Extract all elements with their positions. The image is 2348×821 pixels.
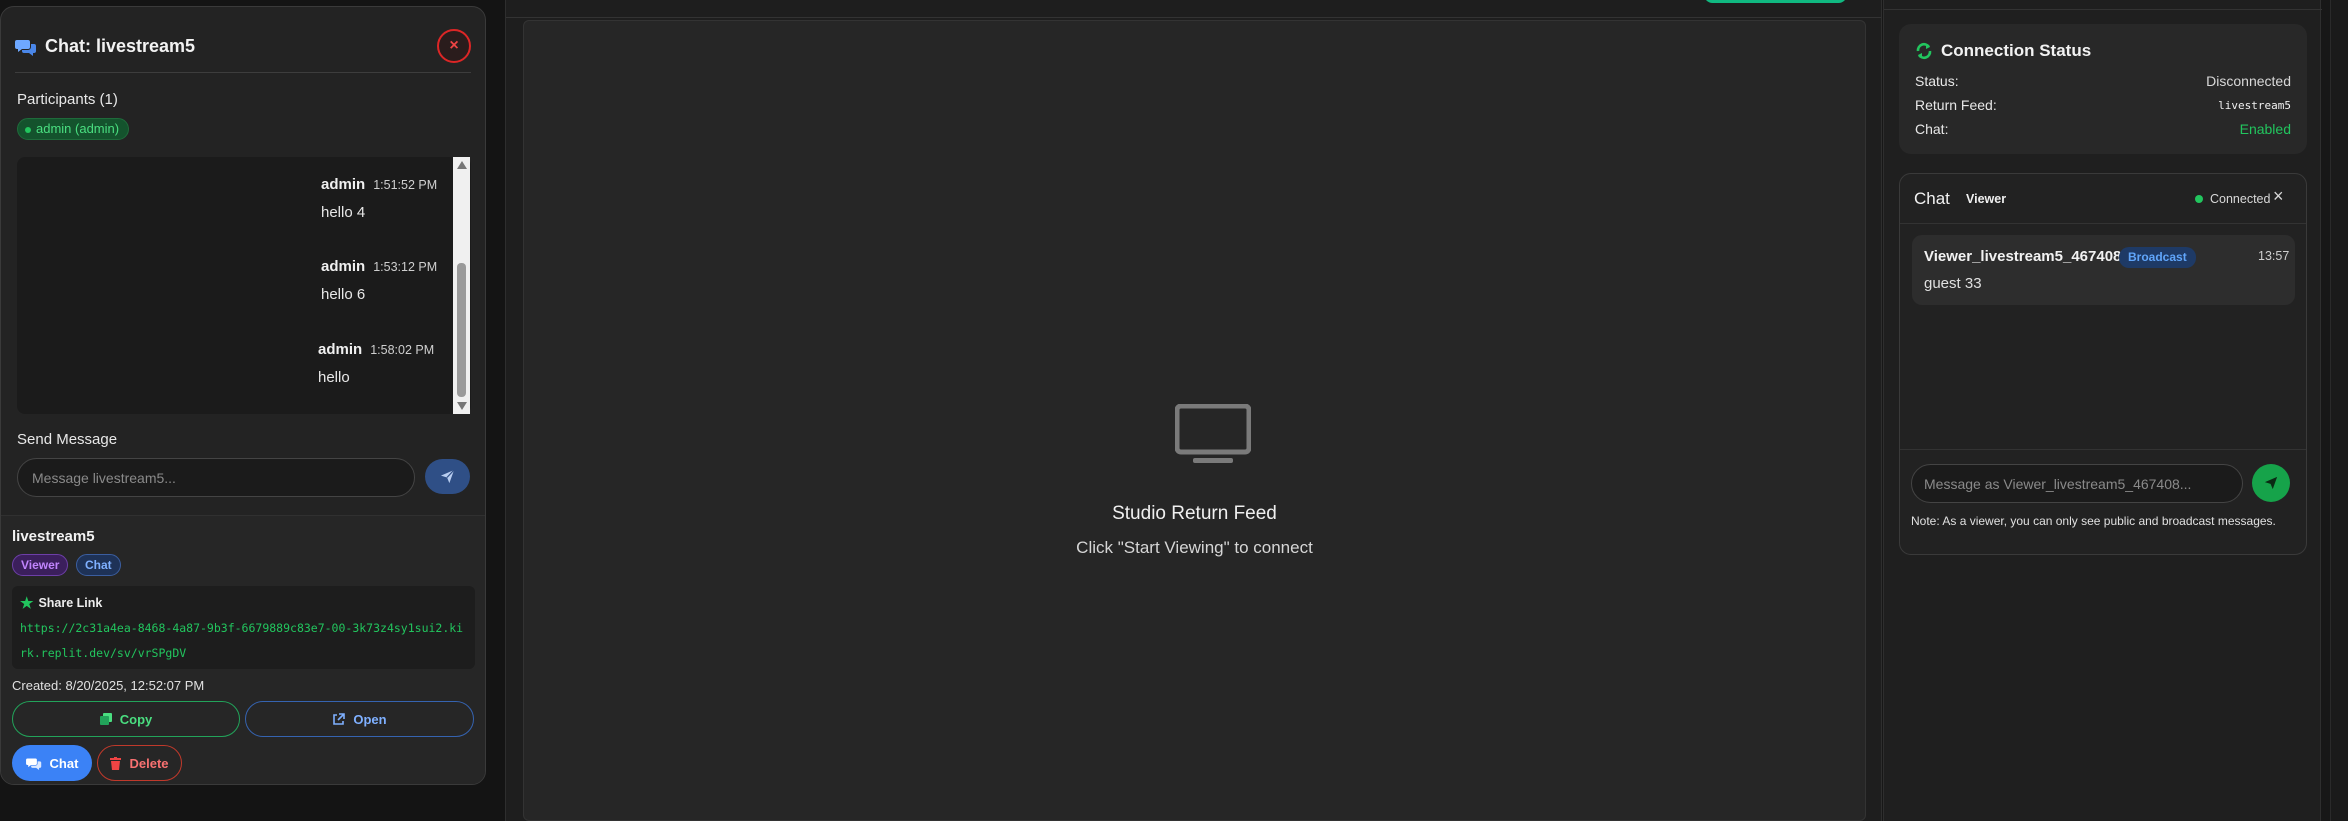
trash-icon xyxy=(110,756,122,770)
chat-modal-header: Chat: livestream5 × xyxy=(15,21,471,73)
connection-status-header: Connection Status xyxy=(1915,41,2091,61)
divider xyxy=(1884,0,2322,10)
message-text: hello 6 xyxy=(321,286,366,303)
copy-icon xyxy=(99,713,112,725)
message-list[interactable]: admin 1:51:52 PM hello 4 admin 1:53:12 PM … xyxy=(17,157,471,414)
message-author: admin xyxy=(318,341,363,358)
chat-row: Chat: Enabled xyxy=(1915,121,2291,137)
chat-bubbles-icon xyxy=(15,39,36,56)
message-scrollbar[interactable] xyxy=(453,157,470,414)
copy-label: Copy xyxy=(119,711,153,727)
viewer-note: Note: As a viewer, you can only see publ… xyxy=(1911,514,2276,528)
open-label: Open xyxy=(353,711,387,727)
feed-subtitle: Click "Start Viewing" to connect xyxy=(1076,538,1313,557)
chat-message: Viewer_livestream5_467408 Broadcast 13:5… xyxy=(1912,235,2295,305)
feed-title: Studio Return Feed xyxy=(1112,503,1277,524)
share-link-box: ★ Share Link https://2c31a4ea-8468-4a87-… xyxy=(12,586,475,669)
message-time: 1:51:52 PM xyxy=(373,178,438,192)
connection-indicator: Connected xyxy=(2194,192,2271,206)
stream-name: livestream5 xyxy=(12,528,95,545)
message-author: admin xyxy=(321,176,366,193)
participants-label: Participants (1) xyxy=(17,91,118,108)
chat-bubbles-icon xyxy=(25,757,41,770)
scroll-thumb[interactable] xyxy=(457,263,466,397)
viewer-chat-title: Chat xyxy=(1914,189,1950,208)
share-link-url[interactable]: https://2c31a4ea-8468-4a87-9b3f-6679889c… xyxy=(20,616,470,666)
send-message-label: Send Message xyxy=(17,431,118,448)
message-text: hello xyxy=(318,369,350,386)
message-item: admin 1:58:02 PM hello xyxy=(318,341,434,386)
open-button[interactable]: Open xyxy=(245,701,474,737)
message-text: guest 33 xyxy=(1924,275,1982,292)
main-content: Studio Return Feed Click "Start Viewing"… xyxy=(505,0,1882,821)
viewer-tag: Viewer xyxy=(12,554,69,576)
share-link-header: ★ Share Link xyxy=(20,594,102,612)
message-text: hello 4 xyxy=(321,204,366,221)
send-icon xyxy=(2264,476,2278,490)
start-viewing-button[interactable] xyxy=(1704,0,1847,3)
left-panel: Chat: livestream5 × Participants (1) adm… xyxy=(0,0,505,821)
right-sidebar: Connection Status Status: Disconnected R… xyxy=(1883,0,2348,821)
connection-status-title: Connection Status xyxy=(1941,41,2092,60)
viewer-send-button[interactable] xyxy=(2252,464,2290,502)
top-toolbar xyxy=(506,0,1881,18)
message-author: Viewer_livestream5_467408 xyxy=(1924,248,2122,265)
right-panel: Connection Status Status: Disconnected R… xyxy=(1883,0,2322,821)
message-time: 1:53:12 PM xyxy=(373,260,438,274)
delete-button[interactable]: Delete xyxy=(97,745,182,781)
chat-button[interactable]: Chat xyxy=(12,745,92,781)
edge-scrollbar[interactable] xyxy=(2330,0,2348,821)
delete-label: Delete xyxy=(129,755,169,771)
send-icon xyxy=(440,469,455,484)
chat-label: Chat xyxy=(49,755,79,771)
created-date: Created: 8/20/2025, 12:52:07 PM xyxy=(12,678,205,693)
chat-status-label: Chat: xyxy=(1915,121,1949,137)
message-input[interactable] xyxy=(17,458,415,497)
connection-status-card: Connection Status Status: Disconnected R… xyxy=(1899,24,2307,154)
viewer-role-label: Viewer xyxy=(1966,192,2007,206)
message-time: 1:58:02 PM xyxy=(370,343,435,357)
monitor-icon xyxy=(1175,404,1251,463)
video-feed-area: Studio Return Feed Click "Start Viewing"… xyxy=(523,20,1866,821)
send-button[interactable] xyxy=(425,459,470,494)
return-feed-value: livestream5 xyxy=(2218,99,2291,112)
message-author: admin xyxy=(321,258,366,275)
star-icon: ★ xyxy=(20,595,34,612)
close-button[interactable]: × xyxy=(437,29,471,63)
status-row: Status: Disconnected xyxy=(1915,73,2291,89)
stream-card: livestream5 Viewer Chat ★ Share Link htt… xyxy=(1,515,485,784)
scroll-up-arrow-icon[interactable] xyxy=(457,161,467,169)
sync-icon xyxy=(1916,42,1932,60)
viewer-chat-panel: Chat Viewer Connected × Viewer_livestrea… xyxy=(1899,173,2307,555)
share-link-label: Share Link xyxy=(38,596,103,610)
viewer-chat-footer: Note: As a viewer, you can only see publ… xyxy=(1900,449,2306,554)
copy-button[interactable]: Copy xyxy=(12,701,240,737)
scroll-down-arrow-icon[interactable] xyxy=(457,402,467,410)
message-item: admin 1:51:52 PM hello 4 xyxy=(321,176,437,221)
external-link-icon xyxy=(333,712,346,725)
participant-badge: admin (admin) xyxy=(17,118,130,140)
viewer-chat-header: Chat Viewer Connected × xyxy=(1900,174,2306,224)
close-icon[interactable]: × xyxy=(2273,186,2284,207)
status-label: Status: xyxy=(1915,73,1959,89)
status-value: Disconnected xyxy=(2206,73,2291,89)
message-time: 13:57 xyxy=(2258,249,2290,263)
chat-status-value: Enabled xyxy=(2239,121,2291,137)
chat-modal: Chat: livestream5 × Participants (1) adm… xyxy=(0,6,486,785)
message-item: admin 1:53:12 PM hello 6 xyxy=(321,258,437,303)
viewer-message-input[interactable] xyxy=(1911,464,2243,503)
return-feed-label: Return Feed: xyxy=(1915,97,1997,113)
chat-tag: Chat xyxy=(76,554,121,576)
chat-modal-title: Chat: livestream5 xyxy=(45,36,196,56)
return-feed-row: Return Feed: livestream5 xyxy=(1915,97,2291,113)
app-root: Chat: livestream5 × Participants (1) adm… xyxy=(0,0,2348,821)
broadcast-badge: Broadcast xyxy=(2119,247,2196,268)
